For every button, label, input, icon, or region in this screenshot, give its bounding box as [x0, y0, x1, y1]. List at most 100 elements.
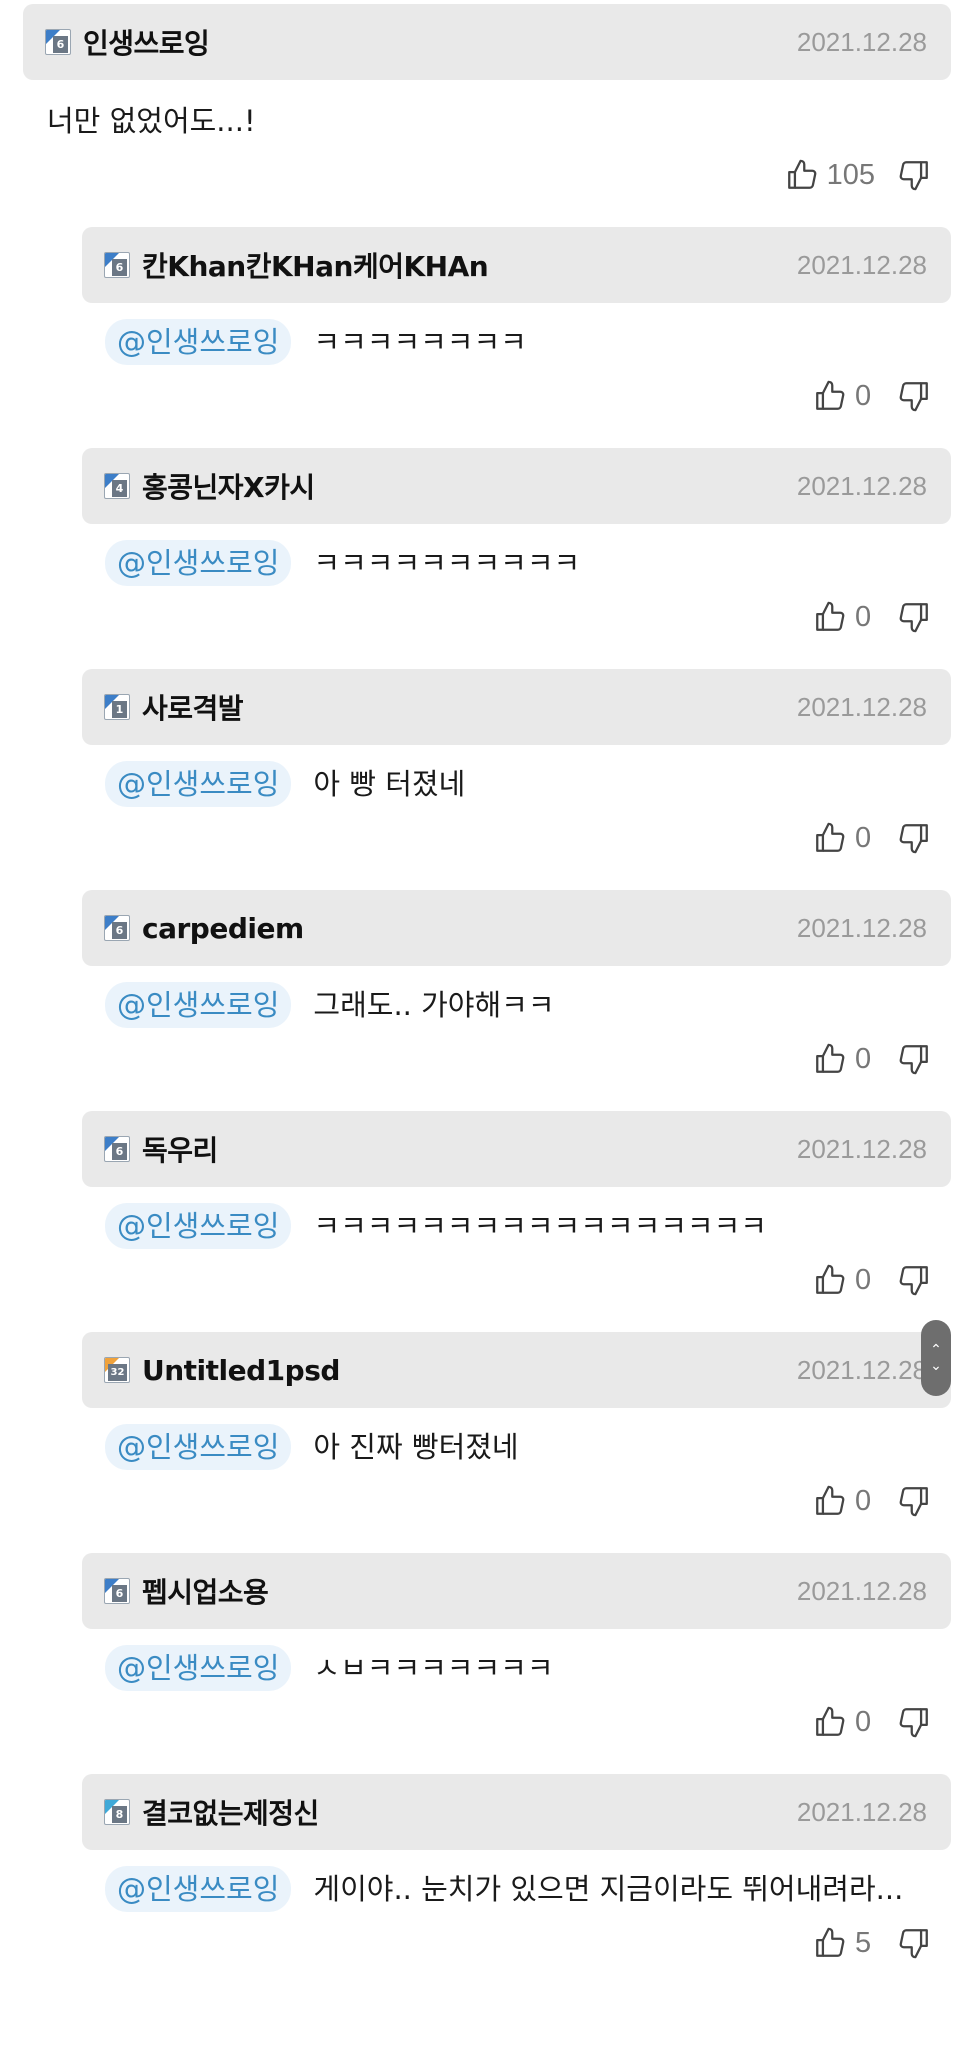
user-info[interactable]: 4 홍콩닌자X카시 [104, 466, 315, 506]
level-badge-icon: 8 [104, 1799, 130, 1825]
comment-body: @인생쓰로잉 아 빵 터졌네 [82, 745, 951, 807]
comment-header: 6 carpediem 2021.12.28 [82, 890, 951, 966]
thumbs-up-icon[interactable] [813, 600, 847, 634]
thumbs-down-icon[interactable] [897, 1263, 931, 1297]
user-info[interactable]: 6 칸Khan칸KHan케어KHAn [104, 245, 489, 285]
thumbs-up-icon[interactable] [813, 1042, 847, 1076]
thumbs-down-icon[interactable] [897, 821, 931, 855]
mention-tag[interactable]: @인생쓰로잉 [105, 982, 292, 1028]
thumbs-down-icon[interactable] [897, 1484, 931, 1518]
comment-text: ㅋㅋㅋㅋㅋㅋㅋㅋ [313, 325, 527, 359]
thumbs-down-icon[interactable] [897, 1705, 931, 1739]
thumbs-up-icon[interactable] [813, 1484, 847, 1518]
comment-text: ㅋㅋㅋㅋㅋㅋㅋㅋㅋㅋㅋㅋㅋㅋㅋㅋㅋ [313, 1209, 767, 1243]
thumbs-up-icon[interactable] [813, 1926, 847, 1960]
comment-body: @인생쓰로잉 ㅋㅋㅋㅋㅋㅋㅋㅋㅋㅋ [82, 524, 951, 586]
thumbs-down-icon[interactable] [897, 600, 931, 634]
mention-tag[interactable]: @인생쓰로잉 [105, 1203, 292, 1249]
comment-header: 6 독우리 2021.12.28 [82, 1111, 951, 1187]
comment-header: 6 펩시업소용 2021.12.28 [82, 1553, 951, 1629]
thumbs-up-icon[interactable] [785, 158, 819, 192]
comment-text: 그래도.. 가야해ㅋㅋ [313, 988, 555, 1022]
comment-body: @인생쓰로잉 ㅋㅋㅋㅋㅋㅋㅋㅋ [82, 303, 951, 365]
vote-bar: 5 [82, 1912, 951, 1974]
comment-body: @인생쓰로잉 아 진짜 빵터졌네 [82, 1408, 951, 1470]
comment: 6 펩시업소용 2021.12.28 @인생쓰로잉 ㅅㅂㅋㅋㅋㅋㅋㅋㅋ 0 [82, 1553, 951, 1753]
user-info[interactable]: 6 인생쓰로잉 [45, 22, 210, 62]
username[interactable]: 사로격발 [142, 687, 244, 727]
thumbs-down-icon[interactable] [897, 1042, 931, 1076]
user-info[interactable]: 32 Untitled1psd [104, 1354, 340, 1387]
level-badge-icon: 6 [104, 1578, 130, 1604]
username[interactable]: Untitled1psd [142, 1354, 340, 1387]
username[interactable]: 독우리 [142, 1129, 218, 1169]
comment-body: 너만 없었어도...! [23, 80, 951, 144]
username[interactable]: 홍콩닌자X카시 [142, 466, 315, 506]
thumbs-up-icon[interactable] [813, 821, 847, 855]
thumbs-down-icon[interactable] [897, 1926, 931, 1960]
like-count: 0 [855, 1484, 872, 1517]
comment-body: @인생쓰로잉 게이야.. 눈치가 있으면 지금이라도 뛰어내려라... [82, 1850, 951, 1912]
comment-header: 6 인생쓰로잉 2021.12.28 [23, 4, 951, 80]
vote-bar: 0 [82, 807, 951, 869]
vote-bar: 105 [23, 144, 951, 206]
comment-date: 2021.12.28 [796, 1354, 927, 1385]
comment-header: 6 칸Khan칸KHan케어KHAn 2021.12.28 [82, 227, 951, 303]
user-info[interactable]: 6 carpediem [104, 912, 304, 945]
chevron-up-icon: ⌃ [930, 1342, 942, 1358]
comment-date: 2021.12.28 [796, 26, 927, 57]
mention-tag[interactable]: @인생쓰로잉 [105, 319, 292, 365]
user-info[interactable]: 8 결코없는제정신 [104, 1792, 319, 1832]
level-number: 6 [112, 259, 127, 276]
thumbs-up-icon[interactable] [813, 379, 847, 413]
comment-header: 32 Untitled1psd 2021.12.28 [82, 1332, 951, 1408]
mention-tag[interactable]: @인생쓰로잉 [105, 761, 292, 807]
like-count: 5 [855, 1926, 872, 1959]
level-badge-icon: 6 [104, 252, 130, 278]
username[interactable]: 펩시업소용 [142, 1571, 269, 1611]
thumbs-up-icon[interactable] [813, 1263, 847, 1297]
thumbs-up-icon[interactable] [813, 1705, 847, 1739]
mention-tag[interactable]: @인생쓰로잉 [105, 540, 292, 586]
level-number: 1 [112, 701, 127, 718]
comment-text: 너만 없었어도...! [47, 104, 256, 138]
user-info[interactable]: 6 독우리 [104, 1129, 218, 1169]
scroll-handle[interactable]: ⌃ ⌄ [921, 1320, 951, 1396]
vote-bar: 0 [82, 365, 951, 427]
username[interactable]: 결코없는제정신 [142, 1792, 319, 1832]
like-count: 0 [855, 379, 872, 412]
comment-date: 2021.12.28 [796, 1133, 927, 1164]
comment: 6 독우리 2021.12.28 @인생쓰로잉 ㅋㅋㅋㅋㅋㅋㅋㅋㅋㅋㅋㅋㅋㅋㅋㅋㅋ… [82, 1111, 951, 1311]
vote-bar: 0 [82, 1691, 951, 1753]
user-info[interactable]: 1 사로격발 [104, 687, 244, 727]
vote-bar: 0 [82, 1249, 951, 1311]
comment-date: 2021.12.28 [796, 1796, 927, 1827]
level-badge-icon: 6 [104, 1136, 130, 1162]
comment-date: 2021.12.28 [796, 912, 927, 943]
username[interactable]: carpediem [142, 912, 304, 945]
comment: 6 칸Khan칸KHan케어KHAn 2021.12.28 @인생쓰로잉 ㅋㅋㅋㅋ… [82, 227, 951, 427]
thumbs-down-icon[interactable] [897, 158, 931, 192]
level-badge-icon: 6 [104, 915, 130, 941]
thumbs-down-icon[interactable] [897, 379, 931, 413]
mention-tag[interactable]: @인생쓰로잉 [105, 1424, 292, 1470]
vote-bar: 0 [82, 586, 951, 648]
comment: 4 홍콩닌자X카시 2021.12.28 @인생쓰로잉 ㅋㅋㅋㅋㅋㅋㅋㅋㅋㅋ 0 [82, 448, 951, 648]
level-number: 6 [112, 922, 127, 939]
comment: 6 인생쓰로잉 2021.12.28 너만 없었어도...! 105 [23, 4, 951, 206]
username[interactable]: 칸Khan칸KHan케어KHAn [142, 245, 489, 285]
like-count: 0 [855, 600, 872, 633]
level-number: 6 [53, 36, 68, 53]
mention-tag[interactable]: @인생쓰로잉 [105, 1866, 292, 1912]
comment: 32 Untitled1psd 2021.12.28 @인생쓰로잉 아 진짜 빵터… [82, 1332, 951, 1532]
mention-tag[interactable]: @인생쓰로잉 [105, 1645, 292, 1691]
chevron-down-icon: ⌄ [930, 1358, 942, 1374]
level-number: 32 [108, 1364, 127, 1381]
username[interactable]: 인생쓰로잉 [83, 22, 210, 62]
user-info[interactable]: 6 펩시업소용 [104, 1571, 269, 1611]
comment-header: 1 사로격발 2021.12.28 [82, 669, 951, 745]
comment-body: @인생쓰로잉 ㅅㅂㅋㅋㅋㅋㅋㅋㅋ [82, 1629, 951, 1691]
